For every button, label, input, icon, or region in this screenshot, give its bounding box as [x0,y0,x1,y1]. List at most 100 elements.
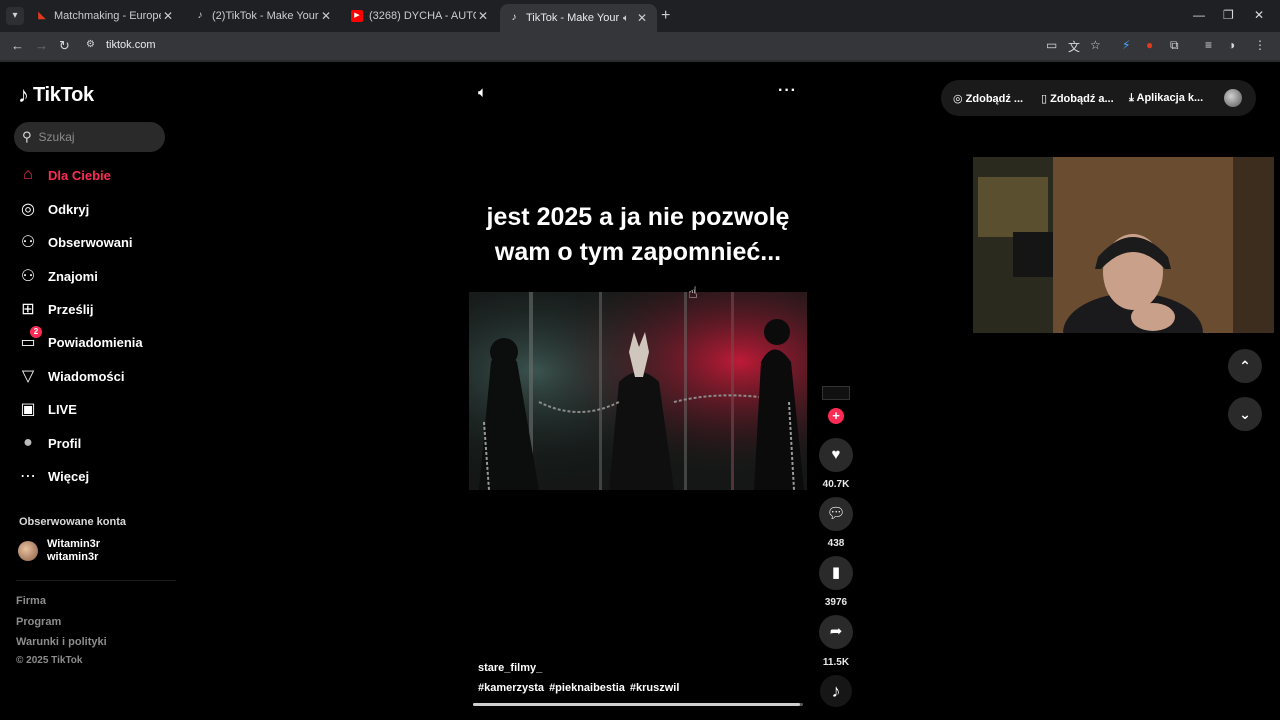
media-control-icon[interactable]: ≡ [1205,38,1212,52]
share-count: 11.5K [822,657,850,668]
sidebar-item-upload[interactable]: ⊞ Prześlij [18,295,178,323]
follow-plus-button[interactable]: + [828,408,844,424]
friends-icon: ⚇ [20,268,36,285]
extension-icon[interactable]: ● [1146,38,1153,52]
cast-icon[interactable]: ▭ [1046,38,1057,52]
footer-link-program[interactable]: Program [16,616,61,628]
profile-avatar-icon[interactable]: ◑ [1228,38,1235,52]
save-button[interactable]: ▮ [819,556,853,590]
get-coins-button[interactable]: ◎ Zdobądź ... [953,92,1023,105]
sidebar-item-messages[interactable]: ▽ Wiadomości [18,362,178,390]
extension-icon[interactable]: ⚡ [1122,38,1130,52]
profile-avatar-icon: ● [23,434,33,451]
forward-icon[interactable]: → [35,38,48,53]
creator-avatar[interactable] [822,386,850,406]
followed-account[interactable]: Witamin3r witamin3r [18,538,100,564]
like-button[interactable]: ♥ [819,438,853,472]
compass-icon: ◎ [21,201,35,218]
button-label: Zdobądź ... [965,93,1024,105]
heart-icon: ♥ [831,446,841,463]
translate-icon[interactable]: 文 [1068,38,1080,55]
sidebar-item-label: Obserwowani [48,234,133,250]
close-window-icon[interactable]: ✕ [1254,8,1264,22]
upload-icon: ⊞ [21,301,35,318]
hashtag[interactable]: #pieknaibestia [549,682,625,694]
tiktok-favicon-icon: ♪ [511,12,517,23]
close-tab-icon[interactable]: ✕ [476,9,490,23]
previous-video-button[interactable]: ⌃ [1228,349,1262,383]
footer-link-company[interactable]: Firma [16,595,46,607]
browser-menu-icon[interactable]: ⋮ [1254,38,1266,52]
sidebar-item-label: Profil [48,435,82,451]
tab-title: Matchmaking - Europe 5v5 Qu [54,10,161,22]
next-video-button[interactable]: ⌄ [1228,397,1262,431]
video-caption: jest 2025 a ja nie pozwolę wam o tym zap… [469,200,807,270]
comment-icon: 💬︎ [826,505,846,522]
search-icon: ⚲ [22,129,32,144]
hashtag-list: #kamerzysta #pieknaibestia #kruszwil [478,682,679,694]
comment-button[interactable]: 💬︎ [819,497,853,531]
hashtag[interactable]: #kamerzysta [478,682,544,694]
video-progress-bar[interactable] [473,703,803,706]
browser-tab[interactable]: ♪ (2)TikTok - Make Your Day ✕ [186,4,341,28]
sidebar-item-for-you[interactable]: ⌂ Dla Ciebie [18,161,178,189]
address-bar[interactable] [80,35,1120,57]
followed-accounts-title: Obserwowane konta [19,516,126,528]
tiktok-logo[interactable]: ♪ TikTok [18,82,94,108]
webcam-image [973,157,1274,333]
video-author[interactable]: stare_filmy_ [478,662,542,674]
close-tab-icon[interactable]: ✕ [161,9,175,23]
sidebar-item-profile[interactable]: ● Profil [18,429,178,457]
sidebar-item-following[interactable]: ⚇ Obserwowani [18,228,178,256]
restore-icon[interactable]: ❐ [1223,8,1234,22]
reload-icon[interactable]: ↻ [59,38,70,54]
sidebar-item-more[interactable]: ⋯ Więcej [18,462,178,490]
more-options-icon[interactable]: ··· [778,82,797,100]
close-tab-icon[interactable]: ✕ [319,9,333,23]
logo-text: TikTok [33,83,94,106]
browser-tab-active[interactable]: ♪ TikTok - Make Your Day 🔈︎ ✕ [500,4,657,32]
search-box[interactable]: ⚲ [14,122,165,152]
chevron-down-icon: ⌄ [1239,406,1251,422]
get-app-button[interactable]: ▯ Zdobądź a... [1041,92,1114,105]
youtube-favicon-icon: ▶ [351,10,363,22]
tab-search-button[interactable]: ▾ [6,7,24,25]
browser-tab[interactable]: ◣ Matchmaking - Europe 5v5 Qu ✕ [28,4,183,28]
live-icon: ▣ [20,401,36,418]
video-player[interactable] [469,292,807,490]
caption-line: wam o tym zapomnieć... [494,238,782,266]
tiktok-note-icon: ♪ [18,82,29,107]
hashtag[interactable]: #kruszwil [630,682,680,694]
minimize-icon[interactable]: — [1193,8,1205,22]
bookmark-icon: ▮ [831,564,841,581]
close-tab-icon[interactable]: ✕ [635,11,649,25]
copyright: © 2025 TikTok [16,655,83,666]
tab-audio-icon[interactable]: 🔈︎ [623,13,629,24]
avatar [18,541,38,561]
sidebar-item-label: Prześlij [48,301,94,317]
tab-title: (3268) DYCHA - AUTOSTRADA [369,10,476,22]
sidebar-item-label: Dla Ciebie [48,167,111,183]
search-input[interactable] [38,130,149,144]
sidebar-item-friends[interactable]: ⚇ Znajomi [18,262,178,290]
caption-line: jest 2025 a ja nie pozwolę [486,203,790,231]
browser-tab[interactable]: ▶ (3268) DYCHA - AUTOSTRADA ✕ [343,4,498,28]
sidebar-item-label: LIVE [48,401,77,417]
url-text[interactable]: tiktok.com [106,39,156,51]
volume-icon[interactable]: 🔈︎ [478,84,487,101]
sidebar-item-explore[interactable]: ◎ Odkryj [18,195,178,223]
bookmark-star-icon[interactable]: ☆ [1090,38,1101,52]
share-button[interactable]: ➦ [819,615,853,649]
footer-link-terms[interactable]: Warunki i polityki [16,636,107,648]
site-info-icon[interactable]: ⚙ [86,39,95,50]
tiktok-sound-icon[interactable]: ♪ [820,675,852,707]
webcam-overlay [973,157,1274,333]
back-icon[interactable]: ← [11,38,24,53]
sidebar-item-live[interactable]: ▣ LIVE [18,395,178,423]
desktop-app-button[interactable]: ⤓ Aplikacja k... [1129,92,1203,105]
extensions-puzzle-icon[interactable]: ⧉ [1170,38,1179,53]
share-arrow-icon: ➦ [829,623,843,640]
profile-avatar[interactable] [1224,89,1242,107]
sidebar-item-notifications[interactable]: ▭ 2 Powiadomienia [18,326,178,356]
new-tab-button[interactable]: + [661,7,670,25]
